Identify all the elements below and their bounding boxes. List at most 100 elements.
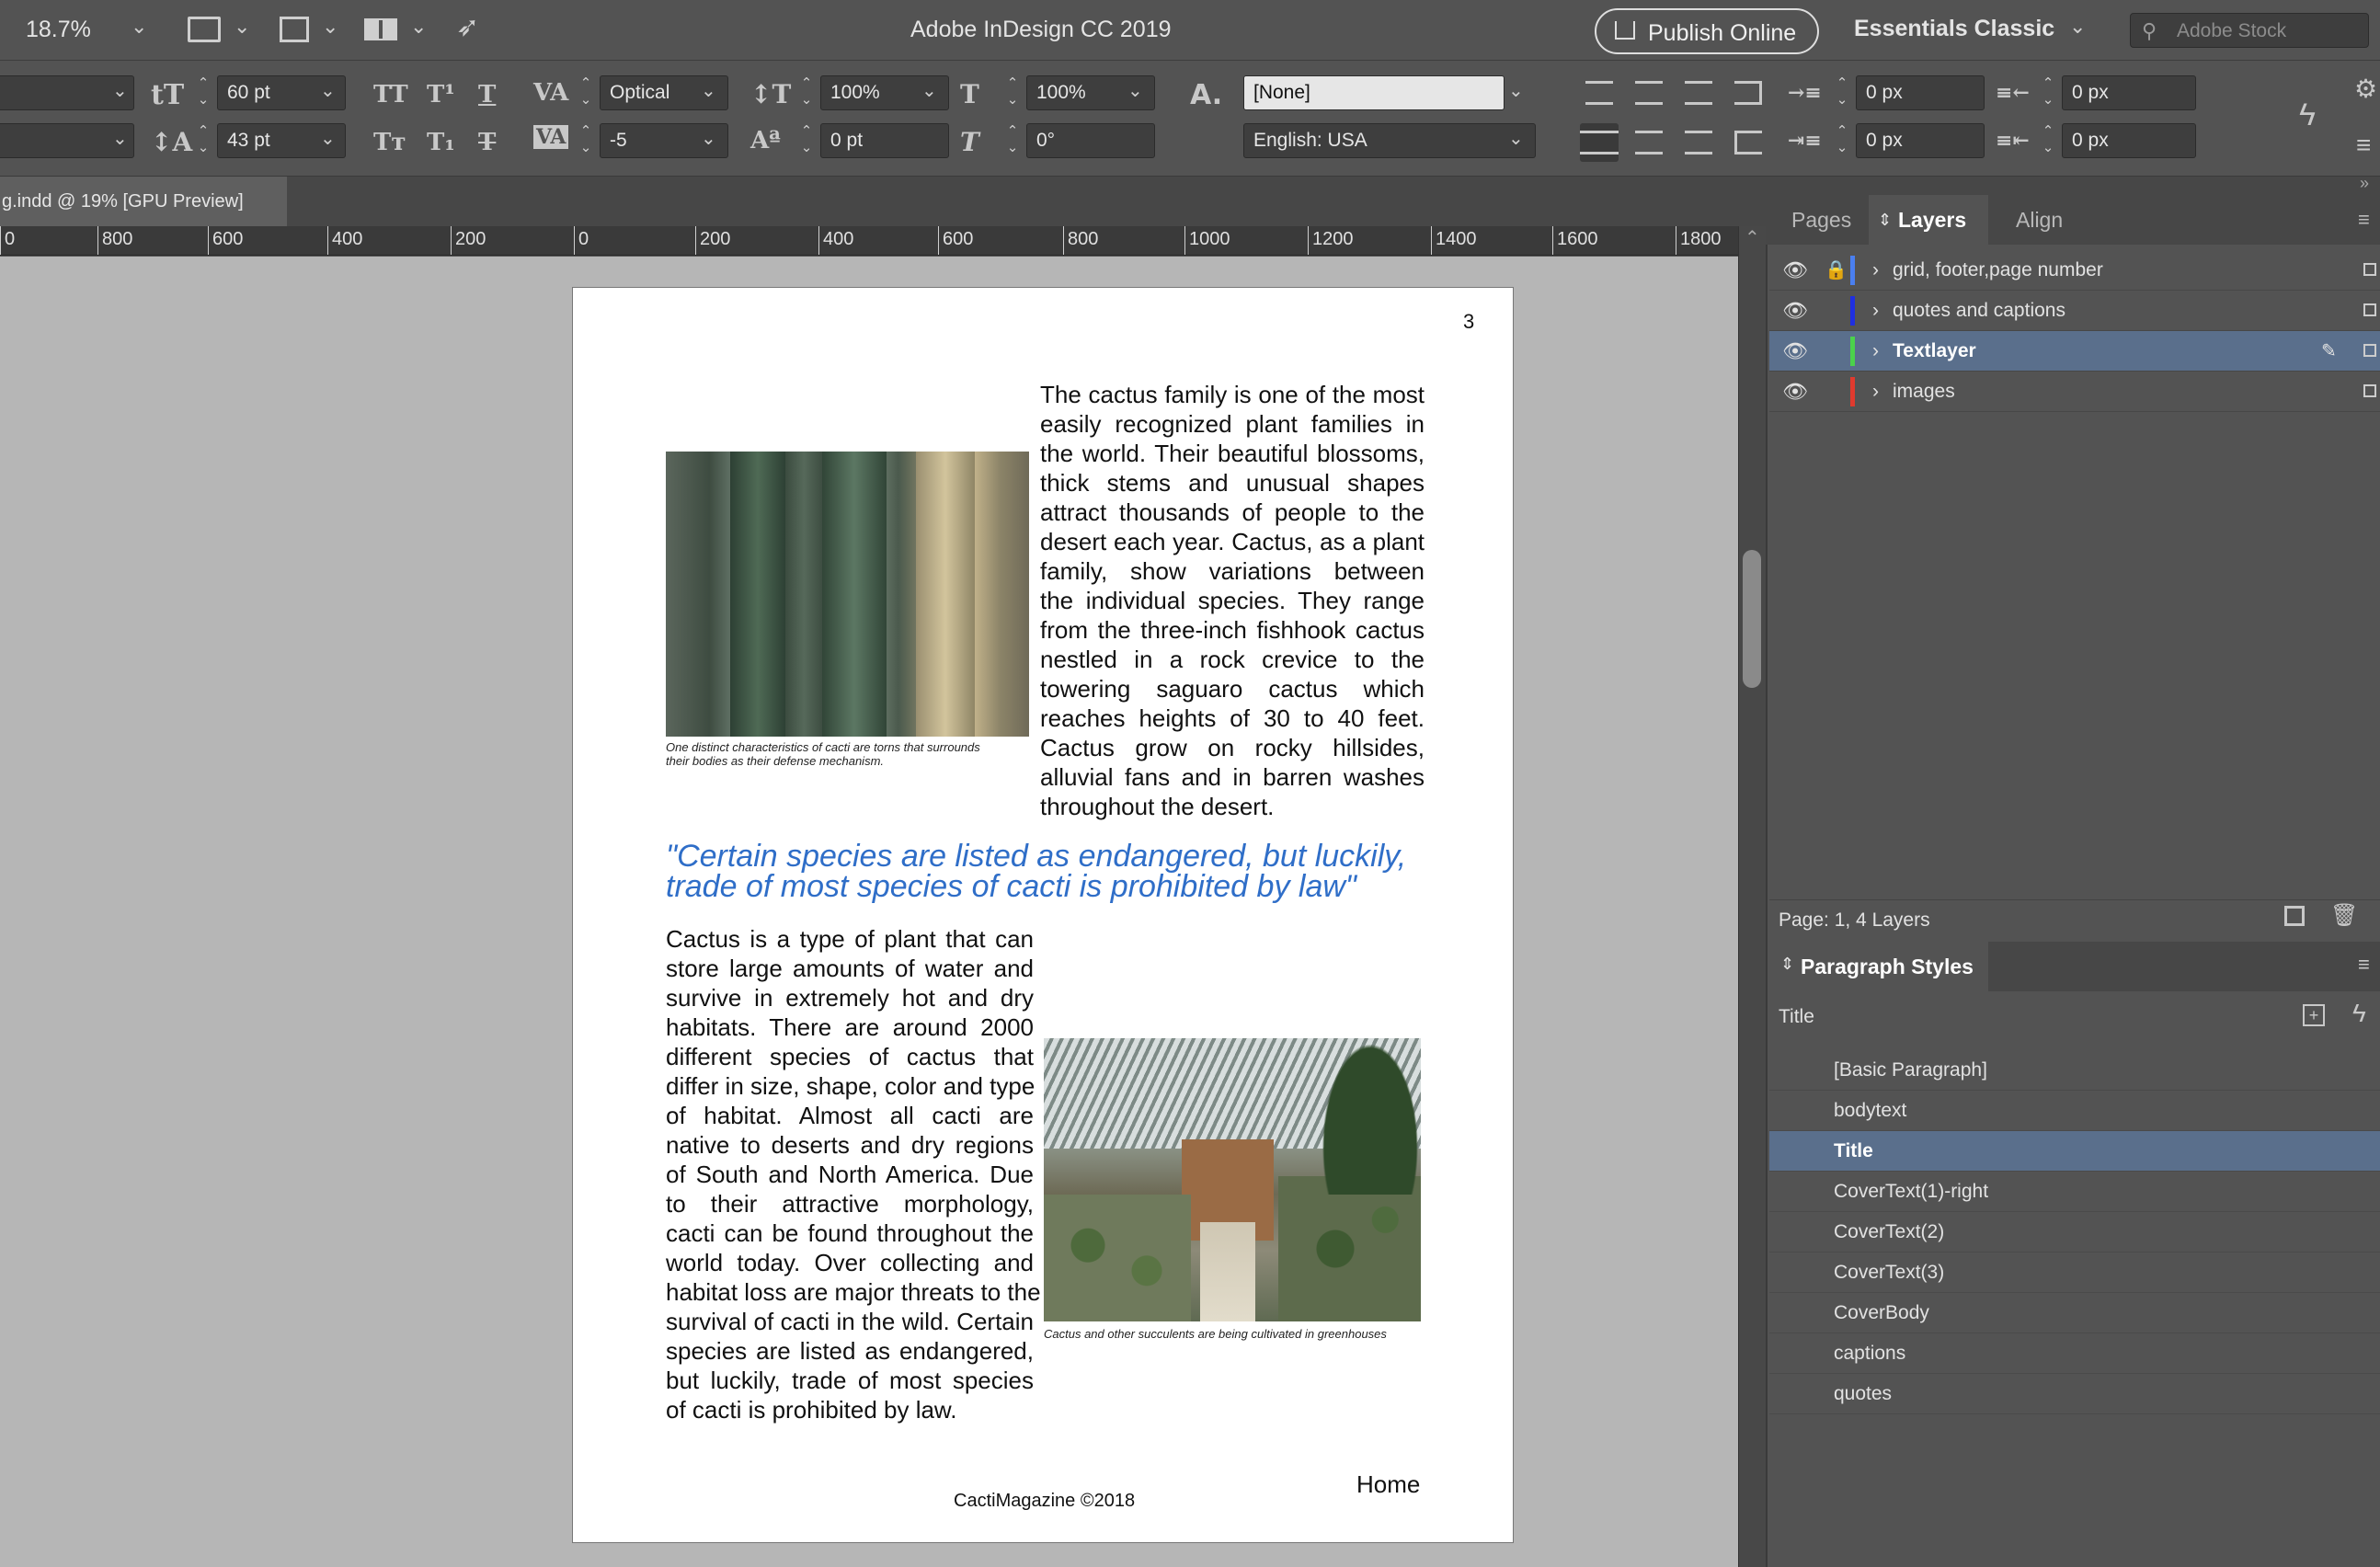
document-tab[interactable]: g.indd @ 19% [GPU Preview]: [0, 177, 287, 226]
justify-all-icon[interactable]: [1685, 131, 1712, 154]
all-caps-icon[interactable]: TT: [373, 81, 408, 109]
workspace-switcher[interactable]: Essentials Classic: [1854, 16, 2054, 42]
left-indent-stepper[interactable]: ⌃ ⌄: [1832, 75, 1852, 112]
expand-chevron-icon[interactable]: ›: [1872, 331, 1879, 372]
align-center-icon[interactable]: [1635, 81, 1663, 105]
visibility-eye-icon[interactable]: 👁: [1782, 250, 1808, 291]
tab-layers[interactable]: Layers: [1898, 195, 1966, 245]
vertical-scrollbar[interactable]: ⌃: [1738, 226, 1766, 1567]
paragraph-style-item[interactable]: CoverText(3): [1769, 1252, 2380, 1293]
paragraph-style-item[interactable]: CoverText(1)-right: [1769, 1172, 2380, 1212]
paragraph-style-item[interactable]: captions: [1769, 1333, 2380, 1374]
tracking-dropdown-icon[interactable]: ⌄: [701, 127, 716, 150]
paragraph-style-item[interactable]: quotes: [1769, 1374, 2380, 1414]
kerning-stepper[interactable]: ⌃ ⌄: [576, 75, 596, 112]
greenhouse-image[interactable]: [1044, 1038, 1421, 1321]
quick-apply-style-icon[interactable]: ϟ: [2352, 999, 2366, 1028]
paragraph-style-item[interactable]: [Basic Paragraph]: [1769, 1050, 2380, 1091]
create-style-icon[interactable]: +: [2303, 1004, 2325, 1026]
cactus-closeup-image[interactable]: [666, 452, 1029, 737]
publish-rocket-icon[interactable]: ➶: [456, 11, 479, 43]
panel-collapse-bar[interactable]: »: [1766, 174, 2380, 195]
kerning-dropdown-icon[interactable]: ⌄: [701, 79, 716, 102]
expand-chevron-icon[interactable]: ›: [1872, 250, 1879, 291]
space-before-field[interactable]: 0 px: [1856, 123, 1985, 158]
visibility-eye-icon[interactable]: 👁: [1782, 372, 1808, 412]
justify-center-icon[interactable]: [1635, 131, 1663, 154]
document-page[interactable]: 3 One distinct characteristics of cacti …: [572, 287, 1514, 1543]
layer-row-selected[interactable]: 👁 › Textlayer ✎: [1769, 331, 2380, 372]
home-link[interactable]: Home: [1356, 1470, 1420, 1499]
collapse-panels-icon[interactable]: »: [2360, 174, 2369, 193]
visibility-eye-icon[interactable]: 👁: [1782, 331, 1808, 372]
small-caps-icon[interactable]: Tт: [373, 129, 406, 156]
align-towards-spine-icon[interactable]: [1734, 81, 1762, 105]
publish-online-button[interactable]: Publish Online: [1595, 8, 1819, 54]
arrange-documents-icon[interactable]: [364, 18, 397, 40]
delete-layer-icon[interactable]: 🗑: [2330, 902, 2358, 929]
layer-target-icon[interactable]: [2363, 263, 2376, 276]
body-text-frame[interactable]: Cactus is a type of plant that can store …: [666, 924, 1041, 1424]
underline-icon[interactable]: T: [478, 81, 496, 109]
baseline-shift-field[interactable]: 0 pt: [820, 123, 949, 158]
new-layer-icon[interactable]: [2284, 906, 2305, 926]
strikethrough-icon[interactable]: T: [478, 129, 496, 156]
left-indent-field[interactable]: 0 px: [1856, 75, 1985, 110]
right-indent-field[interactable]: 0 px: [2062, 75, 2196, 110]
view-dropdown-icon[interactable]: ⌄: [322, 15, 338, 39]
panel-menu-icon[interactable]: ≡: [2356, 131, 2371, 160]
leading-stepper[interactable]: ⌃ ⌄: [193, 123, 213, 160]
pull-quote[interactable]: "Certain species are listed as endangere…: [666, 841, 1425, 902]
intro-text-frame[interactable]: The cactus family is one of the most easi…: [1040, 380, 1425, 821]
tracking-stepper[interactable]: ⌃ ⌄: [576, 123, 596, 160]
baseline-shift-stepper[interactable]: ⌃ ⌄: [796, 123, 817, 160]
justify-left-icon[interactable]: [1580, 123, 1619, 162]
space-before-stepper[interactable]: ⌃ ⌄: [1832, 123, 1852, 160]
scrollbar-thumb[interactable]: [1743, 550, 1761, 688]
subscript-icon[interactable]: T₁: [427, 129, 455, 156]
vertical-scale-dropdown-icon[interactable]: ⌄: [921, 79, 937, 102]
styles-panel-menu-icon[interactable]: ≡: [2358, 953, 2370, 977]
font-style-dropdown-icon[interactable]: ⌄: [112, 127, 128, 150]
align-left-icon[interactable]: [1585, 81, 1613, 105]
horizontal-scale-stepper[interactable]: ⌃ ⌄: [1002, 75, 1023, 112]
align-right-icon[interactable]: [1685, 81, 1712, 105]
font-family-dropdown-icon[interactable]: ⌄: [112, 79, 128, 102]
paragraph-style-item[interactable]: Title: [1769, 1131, 2380, 1172]
layer-target-icon[interactable]: [2363, 384, 2376, 397]
quick-apply-icon[interactable]: ϟ: [2299, 97, 2316, 133]
fit-view-icon[interactable]: [280, 17, 309, 42]
screen-mode-dropdown-icon[interactable]: ⌄: [234, 15, 250, 39]
expand-chevron-icon[interactable]: ›: [1872, 372, 1879, 412]
workspace-dropdown-icon[interactable]: ⌄: [2069, 15, 2086, 39]
superscript-icon[interactable]: T¹: [427, 81, 455, 109]
layer-target-icon[interactable]: [2363, 303, 2376, 316]
right-indent-stepper[interactable]: ⌃ ⌄: [2038, 75, 2058, 112]
visibility-eye-icon[interactable]: 👁: [1782, 291, 1808, 331]
zoom-dropdown-icon[interactable]: ⌄: [131, 15, 147, 39]
justify-away-spine-icon[interactable]: [1734, 131, 1762, 154]
font-size-dropdown-icon[interactable]: ⌄: [320, 79, 336, 102]
adobe-stock-search[interactable]: ⚲ Adobe Stock: [2130, 13, 2369, 48]
layer-row[interactable]: 👁 🔒 › grid, footer,page number: [1769, 250, 2380, 291]
tab-pages[interactable]: Pages: [1791, 195, 1851, 245]
paragraph-style-item[interactable]: CoverBody: [1769, 1293, 2380, 1333]
language-select[interactable]: English: USA: [1243, 123, 1536, 158]
settings-gear-icon[interactable]: ⚙: [2354, 74, 2377, 104]
skew-stepper[interactable]: ⌃ ⌄: [1002, 123, 1023, 160]
lock-icon[interactable]: 🔒: [1825, 250, 1848, 291]
layer-row[interactable]: 👁 › quotes and captions: [1769, 291, 2380, 331]
screen-mode-icon[interactable]: [188, 17, 221, 42]
layer-target-icon[interactable]: [2363, 344, 2376, 357]
space-after-stepper[interactable]: ⌃ ⌄: [2038, 123, 2058, 160]
font-size-stepper[interactable]: ⌃ ⌄: [193, 75, 213, 112]
paragraph-style-item[interactable]: bodytext: [1769, 1091, 2380, 1131]
zoom-level[interactable]: 18.7%: [26, 17, 91, 43]
arrange-dropdown-icon[interactable]: ⌄: [410, 15, 427, 39]
skew-field[interactable]: 0°: [1026, 123, 1155, 158]
character-style-select[interactable]: [None]: [1243, 75, 1505, 110]
expand-chevron-icon[interactable]: ›: [1872, 291, 1879, 331]
language-dropdown-icon[interactable]: ⌄: [1508, 127, 1524, 150]
space-after-field[interactable]: 0 px: [2062, 123, 2196, 158]
layer-row[interactable]: 👁 › images: [1769, 372, 2380, 412]
